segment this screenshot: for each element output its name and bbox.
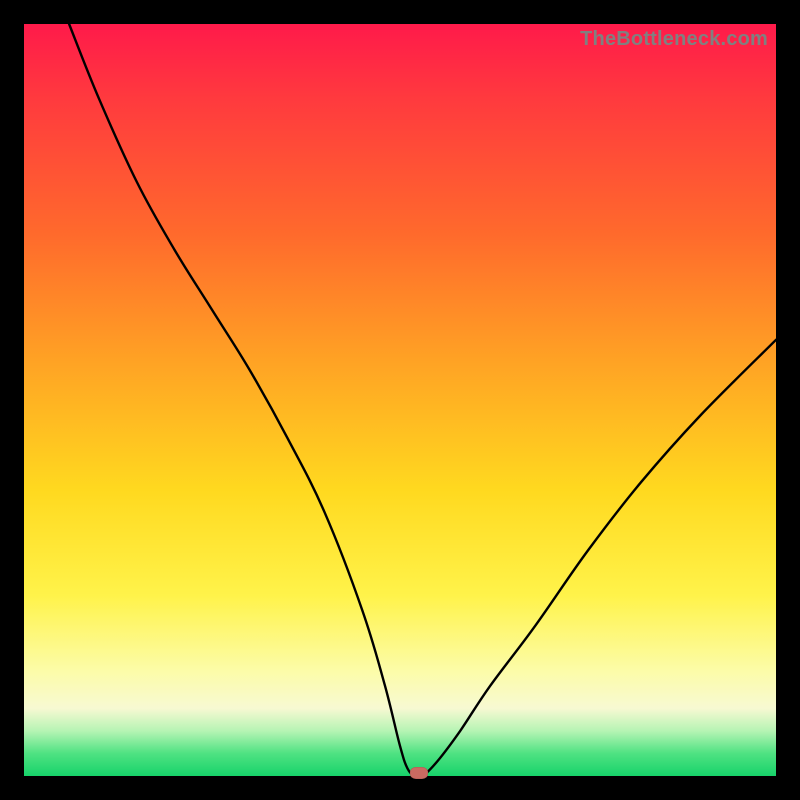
plot-area: TheBottleneck.com: [24, 24, 776, 776]
chart-stage: TheBottleneck.com: [0, 0, 800, 800]
chart-curve: [24, 24, 776, 776]
target-marker: [410, 767, 428, 779]
